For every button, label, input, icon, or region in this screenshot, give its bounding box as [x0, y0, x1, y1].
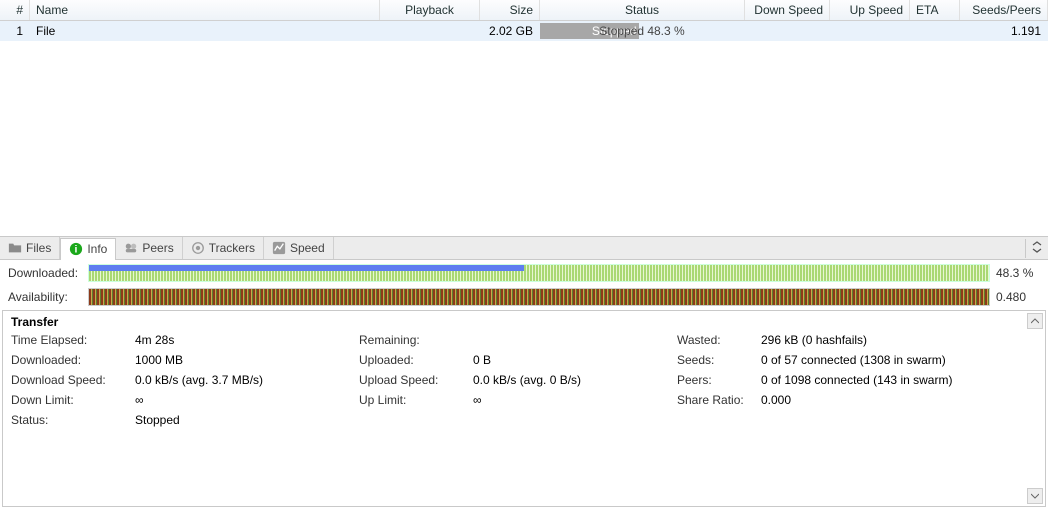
col-name[interactable]: Name	[30, 0, 380, 20]
wasted-label: Wasted:	[677, 333, 757, 347]
availability-value: 0.480	[990, 290, 1040, 304]
status-text: Stopped 48.3 %	[540, 23, 744, 39]
time-elapsed-value: 4m 28s	[135, 333, 355, 347]
cell-playback	[380, 21, 480, 41]
status-label: Status:	[11, 413, 131, 427]
torrent-list-header: # Name Playback Size Status Down Speed U…	[0, 0, 1048, 21]
tab-info[interactable]: i Info	[60, 238, 116, 260]
detail-tabbar: Files i Info Peers Trackers Speed	[0, 236, 1048, 260]
remaining-value	[473, 333, 673, 347]
chevron-down-icon	[1031, 493, 1039, 499]
dlspeed-label: Download Speed:	[11, 373, 131, 387]
ulspeed-label: Upload Speed:	[359, 373, 469, 387]
chevron-up-icon	[1031, 318, 1039, 324]
uploaded-label: Uploaded:	[359, 353, 469, 367]
cell-status: Stopped Stopped 48.3 %	[540, 21, 745, 41]
progress-bars: Downloaded: 48.3 % Availability: 0.480	[0, 260, 1048, 308]
tab-info-label: Info	[87, 242, 107, 256]
dnlimit-value: ∞	[135, 393, 355, 407]
downloaded-bar	[88, 264, 990, 282]
ulspeed-value: 0.0 kB/s (avg. 0 B/s)	[473, 373, 673, 387]
downloaded-percent: 48.3 %	[990, 266, 1040, 280]
downloaded-progress	[89, 265, 524, 271]
time-elapsed-label: Time Elapsed:	[11, 333, 131, 347]
tab-peers-label: Peers	[142, 241, 173, 255]
seeds-label: Seeds:	[677, 353, 757, 367]
cell-eta	[910, 21, 960, 41]
transfer-panel: Transfer Time Elapsed: 4m 28s Remaining:…	[2, 310, 1046, 507]
tab-speed[interactable]: Speed	[264, 237, 334, 259]
availability-bar	[88, 288, 990, 306]
chevron-double-icon	[1032, 241, 1042, 253]
cell-down-speed	[745, 21, 830, 41]
wasted-value: 296 kB (0 hashfails)	[761, 333, 1037, 347]
cell-index: 1	[0, 21, 30, 41]
cell-size: 2.02 GB	[480, 21, 540, 41]
downloaded-label2: Downloaded:	[11, 353, 131, 367]
tab-trackers-label: Trackers	[209, 241, 255, 255]
col-up-speed[interactable]: Up Speed	[830, 0, 910, 20]
transfer-header: Transfer	[3, 311, 1045, 333]
tab-files-label: Files	[26, 241, 51, 255]
peers-value: 0 of 1098 connected (143 in swarm)	[761, 373, 1037, 387]
col-seeds-peers[interactable]: Seeds/Peers	[960, 0, 1048, 20]
col-status[interactable]: Status	[540, 0, 745, 20]
scroll-up-button[interactable]	[1027, 313, 1043, 329]
uploaded-value: 0 B	[473, 353, 673, 367]
expand-button[interactable]	[1025, 239, 1048, 258]
cell-name: File	[30, 21, 380, 41]
torrent-row[interactable]: 1 File 2.02 GB Stopped Stopped 48.3 % 1.…	[0, 21, 1048, 41]
trackers-icon	[191, 241, 205, 255]
cell-up-speed	[830, 21, 910, 41]
dlspeed-value: 0.0 kB/s (avg. 3.7 MB/s)	[135, 373, 355, 387]
status-value: Stopped	[135, 413, 355, 427]
cell-seeds-peers: 1.191	[960, 21, 1048, 41]
col-playback[interactable]: Playback	[380, 0, 480, 20]
speed-icon	[272, 241, 286, 255]
availability-label: Availability:	[8, 290, 88, 304]
svg-text:i: i	[75, 244, 78, 256]
tab-peers[interactable]: Peers	[116, 237, 182, 259]
peers-label: Peers:	[677, 373, 757, 387]
peers-icon	[124, 241, 138, 255]
uplimit-label: Up Limit:	[359, 393, 469, 407]
seeds-value: 0 of 57 connected (1308 in swarm)	[761, 353, 1037, 367]
scroll-down-button[interactable]	[1027, 488, 1043, 504]
uplimit-value: ∞	[473, 393, 673, 407]
col-size[interactable]: Size	[480, 0, 540, 20]
downloaded-value: 1000 MB	[135, 353, 355, 367]
ratio-label: Share Ratio:	[677, 393, 757, 407]
remaining-label: Remaining:	[359, 333, 469, 347]
info-icon: i	[69, 242, 83, 256]
tab-trackers[interactable]: Trackers	[183, 237, 264, 259]
dnlimit-label: Down Limit:	[11, 393, 131, 407]
ratio-value: 0.000	[761, 393, 1037, 407]
downloaded-label: Downloaded:	[8, 266, 88, 280]
col-eta[interactable]: ETA	[910, 0, 960, 20]
tab-files[interactable]: Files	[0, 237, 60, 259]
folder-icon	[8, 241, 22, 255]
col-down-speed[interactable]: Down Speed	[745, 0, 830, 20]
col-index[interactable]: #	[0, 0, 30, 20]
tab-speed-label: Speed	[290, 241, 325, 255]
